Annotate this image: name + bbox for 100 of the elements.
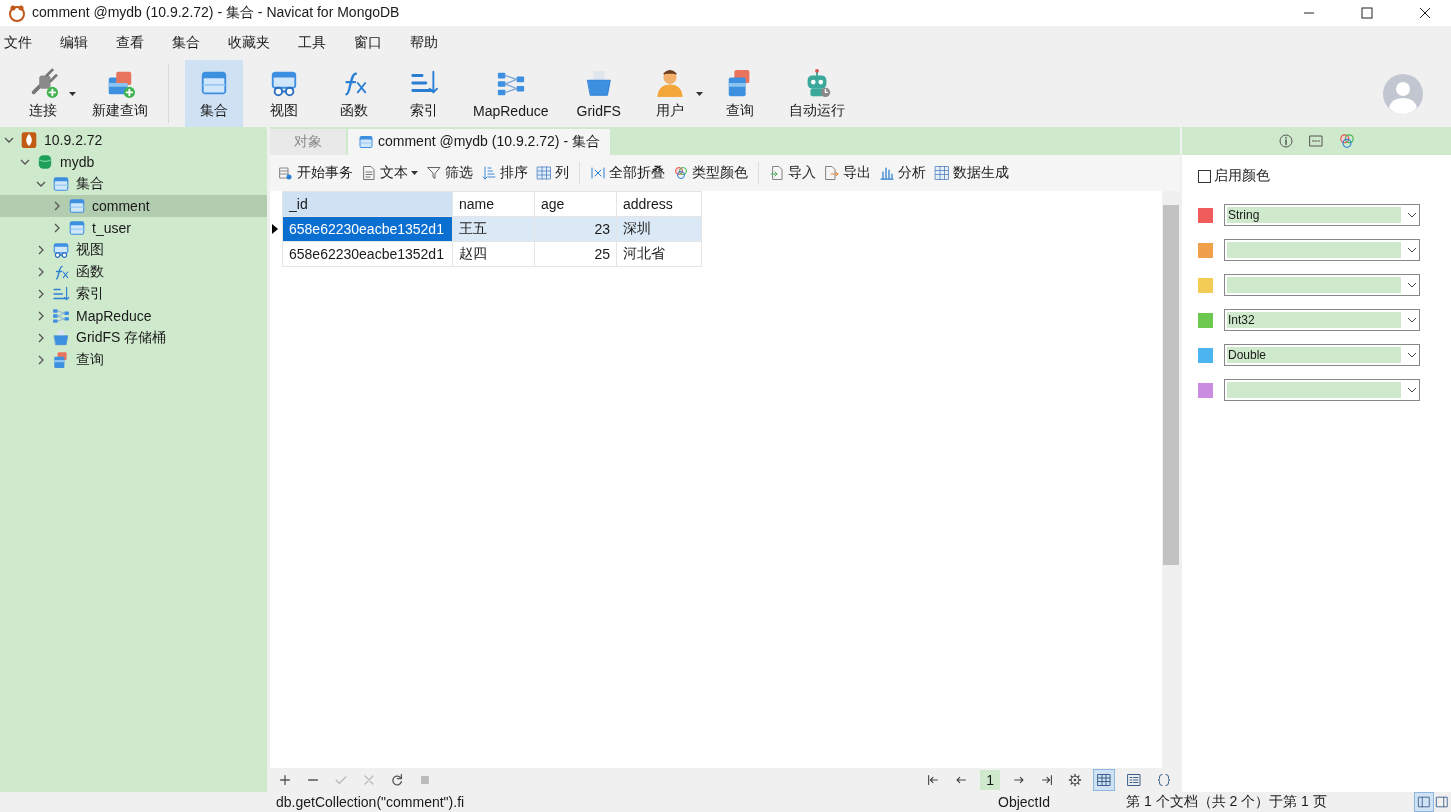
menu-item[interactable]: 工具 bbox=[298, 34, 340, 52]
grid-toolbar-button[interactable]: 导出 bbox=[820, 164, 875, 182]
toolbar-button[interactable]: GridFS bbox=[568, 60, 629, 127]
chevron-right-icon[interactable] bbox=[36, 333, 46, 343]
grid-toolbar-button[interactable]: 导入 bbox=[765, 164, 820, 182]
menu-item[interactable]: 集合 bbox=[172, 34, 214, 52]
page-number[interactable]: 1 bbox=[980, 770, 1000, 790]
grid-toolbar-button[interactable]: 排序 bbox=[477, 164, 532, 182]
tree-item[interactable]: MapReduce bbox=[0, 305, 267, 327]
collection-icon bbox=[68, 219, 86, 237]
type-dropdown[interactable]: String bbox=[1224, 204, 1420, 226]
toolbar-button[interactable]: 函数 bbox=[325, 60, 383, 127]
tab[interactable]: comment @mydb (10.9.2.72) - 集合 bbox=[348, 129, 610, 155]
toolbar-button[interactable]: 自动运行 bbox=[780, 60, 853, 127]
close-icon[interactable] bbox=[1419, 7, 1431, 19]
color-swatch[interactable] bbox=[1198, 207, 1213, 223]
collection-icon bbox=[358, 134, 374, 150]
grid-toolbar-button[interactable]: 筛选 bbox=[422, 164, 477, 182]
table-cell[interactable]: 赵四 bbox=[452, 241, 535, 267]
panel-icon[interactable] bbox=[1415, 793, 1433, 811]
chevron-down-icon[interactable] bbox=[20, 157, 30, 167]
menu-item[interactable]: 窗口 bbox=[354, 34, 396, 52]
toolbar-button[interactable]: 查询 bbox=[710, 60, 769, 127]
grid-toolbar-button[interactable]: 全部折叠 bbox=[586, 164, 669, 182]
ddl-icon[interactable] bbox=[1307, 133, 1324, 149]
table-cell[interactable]: 深圳 bbox=[616, 216, 702, 242]
grid-toolbar-button[interactable]: 数据生成 bbox=[930, 164, 1013, 182]
tree-item[interactable]: 视图 bbox=[0, 239, 267, 261]
chevron-right-icon[interactable] bbox=[36, 245, 46, 255]
chevron-right-icon[interactable] bbox=[52, 223, 62, 233]
info-icon[interactable] bbox=[1277, 133, 1294, 149]
toolbar-button[interactable]: 连接 bbox=[14, 60, 72, 127]
maximize-icon[interactable] bbox=[1361, 7, 1373, 19]
type-dropdown[interactable]: Int32 bbox=[1224, 309, 1420, 331]
color-swatch[interactable] bbox=[1198, 242, 1213, 258]
chevron-right-icon[interactable] bbox=[52, 201, 62, 211]
toolbar-button[interactable]: 视图 bbox=[255, 60, 313, 127]
table-cell[interactable]: 王五 bbox=[452, 216, 535, 242]
type-dropdown[interactable]: Double bbox=[1224, 344, 1420, 366]
toolbar-button[interactable]: 新建查询 bbox=[84, 60, 156, 127]
chevron-down-icon[interactable] bbox=[4, 135, 14, 145]
menu-item[interactable]: 文件 bbox=[4, 34, 46, 52]
query-icon bbox=[52, 351, 70, 369]
colors-icon[interactable] bbox=[1337, 132, 1356, 150]
tree-item[interactable]: 函数 bbox=[0, 261, 267, 283]
user-icon bbox=[654, 67, 685, 98]
type-dropdown[interactable] bbox=[1224, 379, 1420, 401]
scrollbar[interactable] bbox=[1162, 191, 1180, 768]
chevron-right-icon[interactable] bbox=[36, 311, 46, 321]
checkbox[interactable] bbox=[1198, 169, 1211, 183]
sort-icon bbox=[481, 165, 497, 181]
gear-icon[interactable] bbox=[1066, 771, 1084, 789]
table-cell[interactable]: 658e62230eacbe1352d1 bbox=[282, 241, 453, 267]
toolbar-button[interactable]: 索引 bbox=[395, 60, 453, 127]
table-cell[interactable]: 658e62230eacbe1352d1 bbox=[282, 216, 453, 242]
tree-item[interactable]: t_user bbox=[0, 217, 267, 239]
table-cell[interactable]: 23 bbox=[534, 216, 617, 242]
color-swatch[interactable] bbox=[1198, 347, 1213, 363]
table-cell[interactable]: 河北省 bbox=[616, 241, 702, 267]
import-icon bbox=[769, 165, 785, 181]
tree-item[interactable]: GridFS 存储桶 bbox=[0, 327, 267, 349]
grid-toolbar-button[interactable]: 文本 bbox=[357, 164, 422, 182]
column-header[interactable]: _id bbox=[282, 191, 453, 217]
chevron-down-icon bbox=[1407, 387, 1417, 393]
toolbar-button[interactable]: 集合 bbox=[185, 60, 243, 127]
colors-icon bbox=[673, 165, 689, 181]
color-swatch[interactable] bbox=[1198, 277, 1213, 293]
tree-item[interactable]: 查询 bbox=[0, 349, 267, 371]
menu-item[interactable]: 收藏夹 bbox=[228, 34, 284, 52]
chevron-right-icon[interactable] bbox=[36, 355, 46, 365]
chevron-down-icon[interactable] bbox=[36, 179, 46, 189]
tree-item[interactable]: comment bbox=[0, 195, 267, 217]
menu-item[interactable]: 帮助 bbox=[410, 34, 452, 52]
grid-toolbar-button[interactable]: 列 bbox=[532, 164, 573, 182]
checkbox-label: 启用颜色 bbox=[1214, 167, 1270, 185]
view-icon bbox=[52, 241, 70, 259]
app-icon bbox=[8, 4, 26, 22]
column-header[interactable]: address bbox=[616, 191, 702, 217]
tree-item[interactable]: mydb bbox=[0, 151, 267, 173]
grid-toolbar-button[interactable]: 分析 bbox=[875, 164, 930, 182]
column-header[interactable]: name bbox=[452, 191, 535, 217]
grid-toolbar-button[interactable]: 类型颜色 bbox=[669, 164, 752, 182]
color-swatch[interactable] bbox=[1198, 382, 1213, 398]
menu-item[interactable]: 编辑 bbox=[60, 34, 102, 52]
index-icon bbox=[52, 285, 70, 303]
toolbar-button[interactable]: 用户 bbox=[640, 60, 699, 127]
grid-view-icon[interactable] bbox=[1094, 770, 1114, 790]
chevron-right-icon[interactable] bbox=[36, 289, 46, 299]
color-swatch[interactable] bbox=[1198, 312, 1213, 328]
tree-item[interactable]: 集合 bbox=[0, 173, 267, 195]
table-cell[interactable]: 25 bbox=[534, 241, 617, 267]
chevron-right-icon[interactable] bbox=[36, 267, 46, 277]
grid-toolbar-button[interactable]: 开始事务 bbox=[274, 164, 357, 182]
type-dropdown[interactable] bbox=[1224, 239, 1420, 261]
toolbar-button[interactable]: MapReduce bbox=[465, 60, 557, 127]
menu-item[interactable]: 查看 bbox=[116, 34, 158, 52]
column-header[interactable]: age bbox=[534, 191, 617, 217]
tree-item[interactable]: 10.9.2.72 bbox=[0, 129, 267, 151]
tree-item[interactable]: 索引 bbox=[0, 283, 267, 305]
type-dropdown[interactable] bbox=[1224, 274, 1420, 296]
